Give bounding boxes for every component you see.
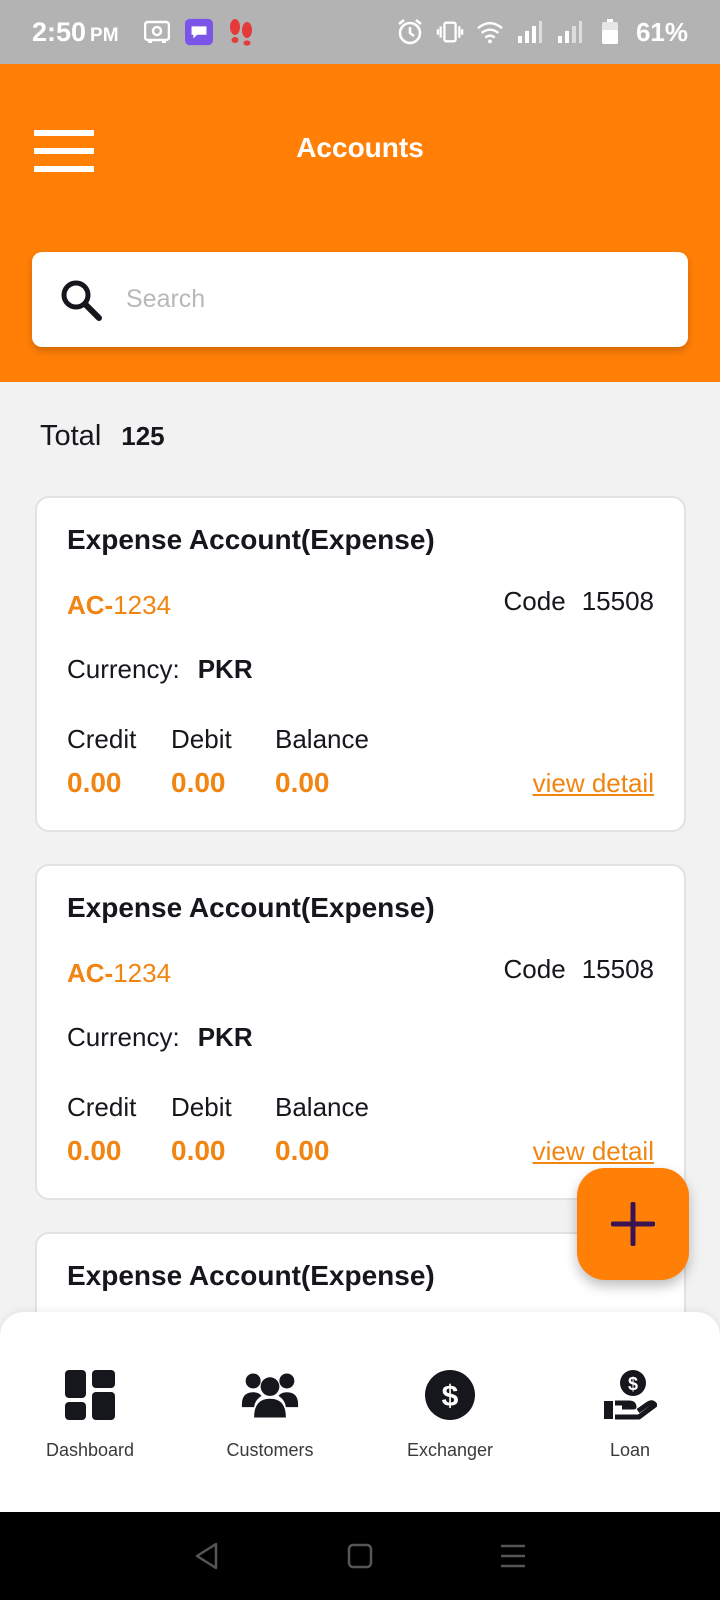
home-icon[interactable] (340, 1536, 380, 1576)
account-number-prefix: AC- (67, 590, 114, 620)
balance-stat: Balance 0.00 (275, 1092, 369, 1167)
recents-icon[interactable] (493, 1536, 533, 1576)
account-currency: Currency: PKR (67, 654, 253, 685)
account-title: Expense Account(Expense) (67, 892, 435, 923)
currency-label: Currency: (67, 654, 180, 684)
dollar-icon: $ (421, 1366, 479, 1424)
currency-value: PKR (197, 1022, 253, 1052)
debit-stat: Debit 0.00 (171, 1092, 232, 1167)
nav-item-loan[interactable]: $ Loan (540, 1312, 720, 1512)
credit-label: Credit (67, 724, 137, 754)
battery-percent: 61% (635, 16, 688, 47)
account-title: Expense Account(Expense) (67, 1260, 435, 1291)
customers-icon (241, 1366, 299, 1424)
account-number: AC-1234 (67, 958, 171, 989)
credit-stat: Credit 0.00 (67, 1092, 136, 1167)
view-detail-link[interactable]: view detail (533, 1136, 654, 1167)
view-detail-link[interactable]: view detail (533, 768, 654, 799)
account-code-label: Code (503, 954, 566, 984)
account-code: Code 15508 (504, 586, 654, 617)
account-number-value: 1234 (113, 958, 172, 988)
account-code-value: 15508 (581, 954, 654, 984)
account-number: AC-1234 (67, 590, 171, 621)
account-card[interactable]: Expense Account(Expense) AC-1234 Code 155… (35, 864, 686, 1200)
status-notification-icons (143, 18, 255, 46)
nav-item-exchanger[interactable]: $ Exchanger (360, 1312, 540, 1512)
status-time-value: 2:50 (32, 16, 87, 47)
app-header: Accounts (0, 64, 720, 382)
account-title: Expense Account(Expense) (67, 524, 435, 555)
nav-item-dashboard[interactable]: Dashboard (0, 1312, 180, 1512)
account-code: Code 15508 (504, 954, 654, 985)
nav-label-dashboard: Dashboard (45, 1440, 135, 1460)
account-card[interactable]: Expense Account(Expense) AC-1234 Code 155… (35, 496, 686, 832)
account-currency: Currency: PKR (67, 1022, 253, 1053)
nav-item-customers[interactable]: Customers (180, 1312, 360, 1512)
battery-icon (596, 18, 624, 46)
bottom-nav: Dashboard Customers $ Exchanger $ Loan (0, 1312, 720, 1512)
nav-label-customers: Customers (226, 1440, 314, 1460)
back-icon[interactable] (187, 1536, 227, 1576)
debit-value: 0.00 (171, 1135, 226, 1166)
debit-label: Debit (171, 724, 232, 754)
account-number-value: 1234 (113, 590, 172, 620)
currency-label: Currency: (67, 1022, 180, 1052)
balance-stat: Balance 0.00 (275, 724, 369, 799)
balance-value: 0.00 (275, 1135, 330, 1166)
nav-label-loan: Loan (609, 1440, 651, 1460)
credit-value: 0.00 (67, 767, 122, 798)
balance-value: 0.00 (275, 767, 330, 798)
chat-app-icon (184, 18, 213, 46)
balance-label: Balance (275, 1092, 369, 1122)
total-summary: Total 125 (40, 420, 165, 453)
dashboard-icon (61, 1366, 119, 1424)
wifi-icon (476, 18, 504, 46)
account-code-value: 15508 (581, 586, 654, 616)
signal-icon (516, 18, 544, 46)
total-label: Total (40, 420, 102, 452)
account-number-prefix: AC- (67, 958, 114, 988)
svg-text:$: $ (628, 1374, 638, 1394)
debit-value: 0.00 (171, 767, 226, 798)
credit-value: 0.00 (67, 1135, 122, 1166)
balance-label: Balance (275, 724, 369, 754)
loan-icon: $ (601, 1366, 659, 1424)
vibrate-icon (436, 18, 464, 46)
search-icon (61, 280, 102, 321)
add-account-button[interactable] (577, 1168, 689, 1280)
plus-icon (611, 1202, 655, 1246)
status-time-ampm: PM (90, 24, 119, 46)
search-bar[interactable] (32, 252, 688, 347)
currency-value: PKR (197, 654, 253, 684)
signal-icon (556, 18, 584, 46)
debit-stat: Debit 0.00 (171, 724, 232, 799)
nav-label-exchanger: Exchanger (406, 1440, 494, 1460)
search-input[interactable] (126, 285, 646, 314)
status-system-icons: 61% (396, 17, 688, 48)
alarm-icon (396, 18, 424, 46)
debit-label: Debit (171, 1092, 232, 1122)
credit-label: Credit (67, 1092, 137, 1122)
status-time: 2:50 PM (32, 17, 119, 48)
page-title: Accounts (296, 132, 424, 163)
status-bar: 2:50 PM 61% (0, 0, 720, 64)
system-nav-bar (0, 1512, 720, 1600)
svg-text:$: $ (442, 1380, 459, 1413)
account-code-label: Code (503, 586, 566, 616)
cloud-save-icon (143, 18, 171, 46)
footsteps-icon (227, 18, 255, 46)
credit-stat: Credit 0.00 (67, 724, 136, 799)
total-value: 125 (121, 421, 165, 451)
